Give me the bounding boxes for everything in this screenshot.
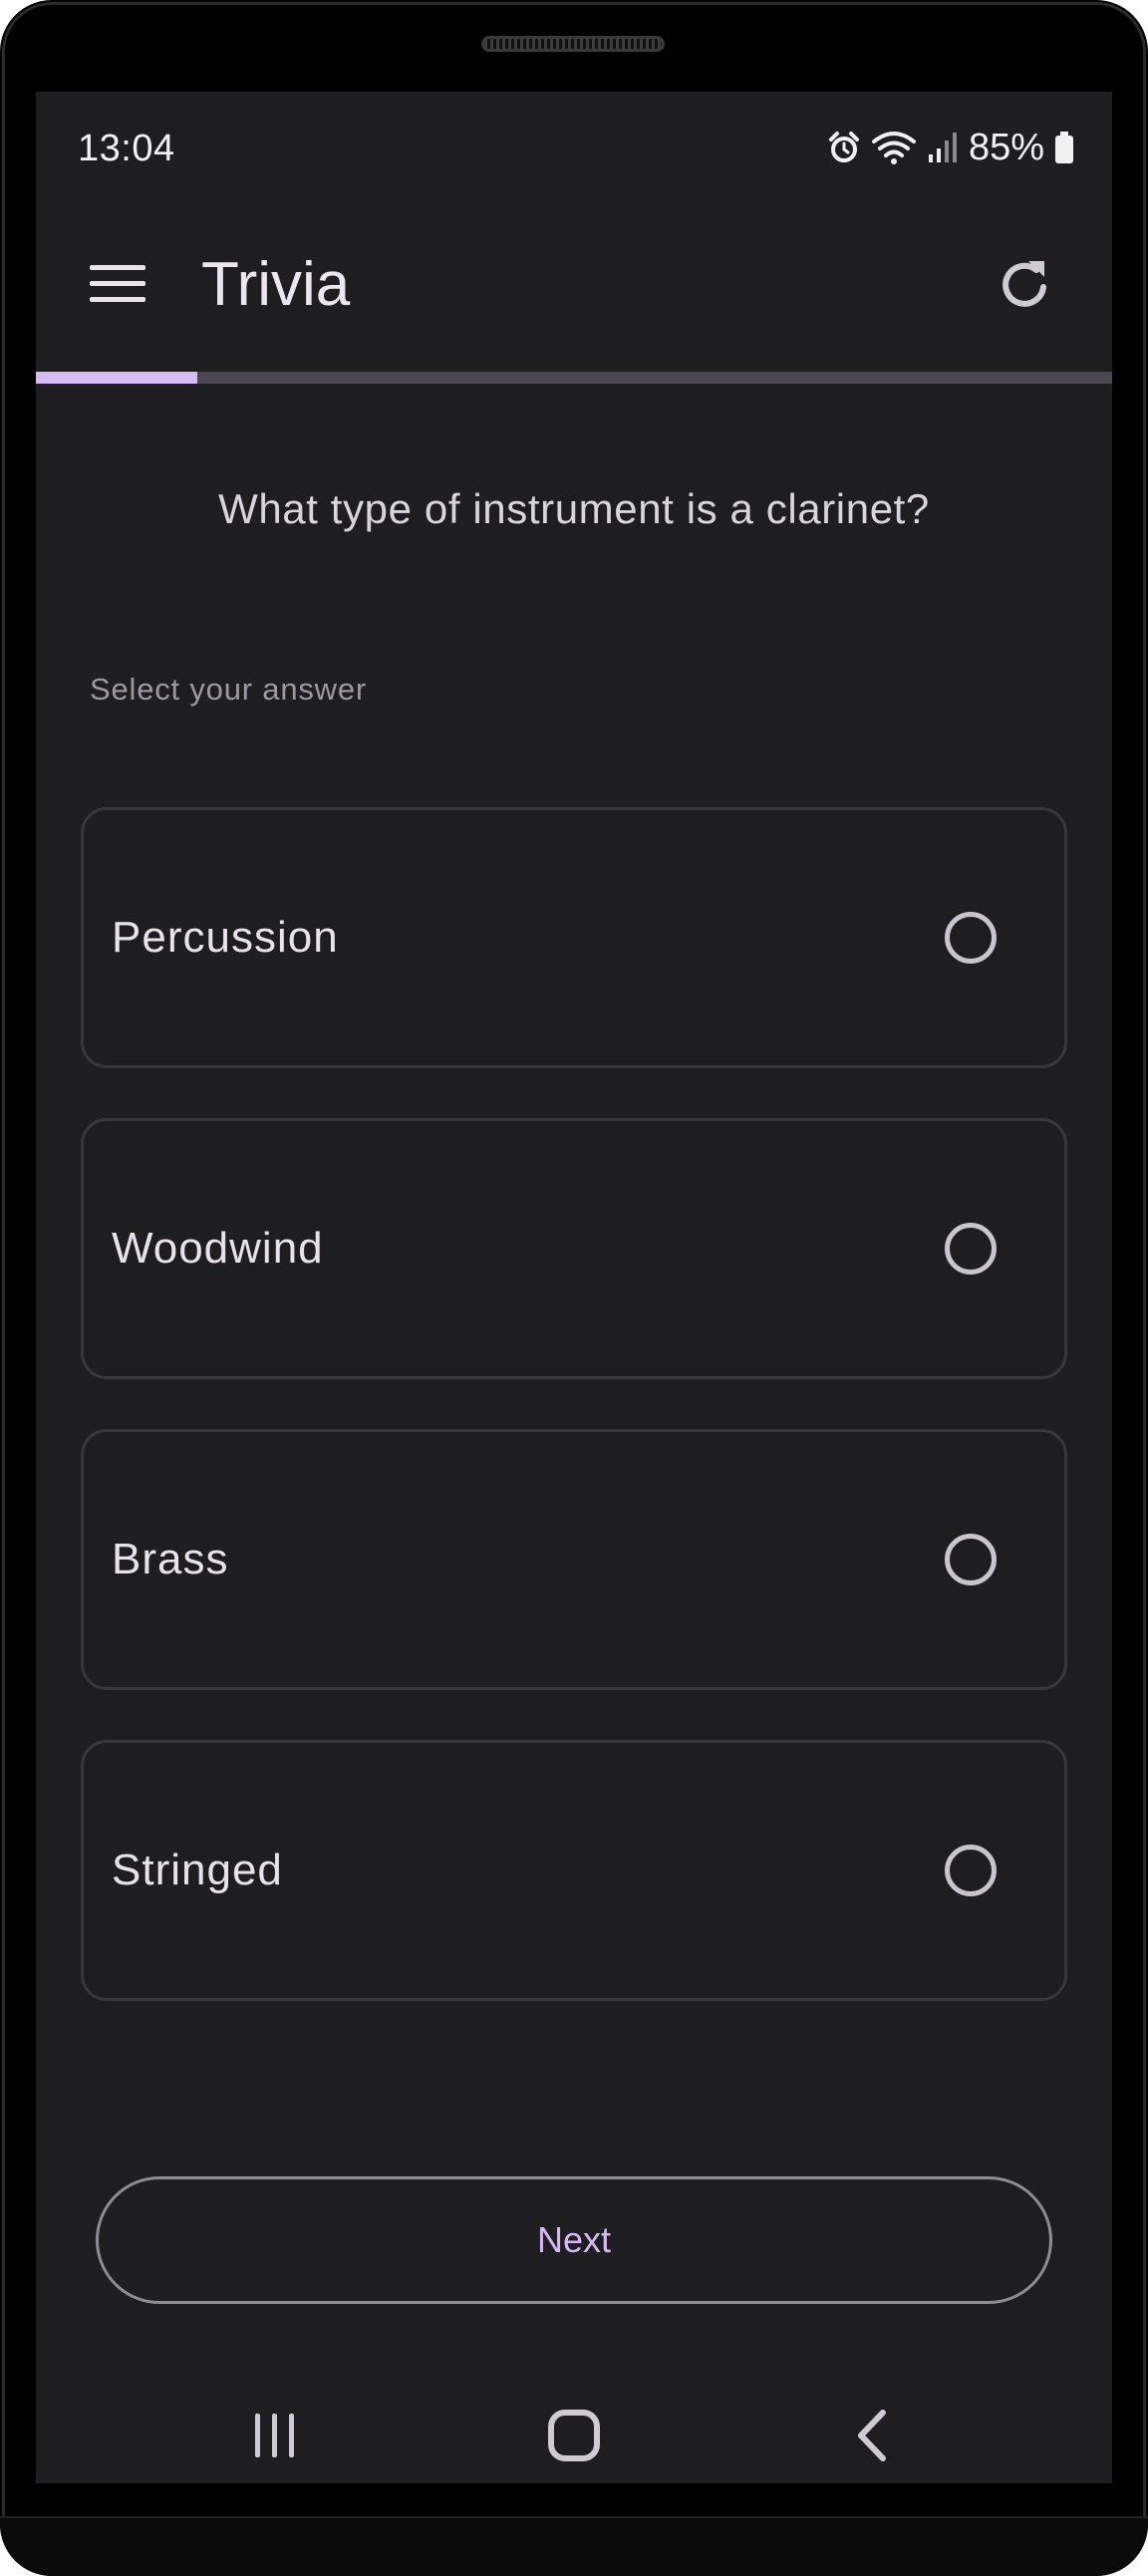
radio-button-icon[interactable] xyxy=(945,1534,997,1585)
question-text: What type of instrument is a clarinet? xyxy=(218,485,930,532)
battery-icon xyxy=(1055,132,1073,163)
answer-option-label: Brass xyxy=(112,1535,229,1583)
home-icon xyxy=(548,2410,600,2461)
answer-option-stringed[interactable]: Stringed xyxy=(81,1740,1067,2001)
refresh-icon xyxy=(1003,261,1046,307)
radio-button-icon[interactable] xyxy=(945,1845,997,1896)
quiz-progress-bar xyxy=(36,372,1112,384)
answer-option-label: Woodwind xyxy=(112,1224,324,1273)
status-time: 13:04 xyxy=(78,128,175,169)
answer-prompt: Select your answer xyxy=(90,672,368,707)
phone-bottom-edge xyxy=(0,2516,1148,2576)
refresh-button[interactable] xyxy=(987,245,1066,325)
alarm-icon xyxy=(828,132,859,162)
back-icon xyxy=(858,2410,886,2461)
menu-button[interactable] xyxy=(86,251,149,315)
next-button[interactable]: Next xyxy=(96,2176,1052,2304)
recent-apps-button[interactable] xyxy=(235,2406,315,2465)
status-icons: 85% xyxy=(827,126,1074,169)
radio-button-icon[interactable] xyxy=(945,1223,997,1275)
app-bar: Trivia xyxy=(36,211,1112,366)
answer-options: Percussion Woodwind Brass Stringed xyxy=(81,807,1067,2051)
home-button[interactable] xyxy=(534,2406,614,2465)
signal-icon xyxy=(928,133,957,162)
app-title: Trivia xyxy=(201,250,351,319)
battery-percentage: 85% xyxy=(968,126,1044,168)
answer-option-label: Stringed xyxy=(112,1846,283,1894)
answer-option-label: Percussion xyxy=(112,913,339,962)
recent-apps-icon xyxy=(255,2414,294,2457)
radio-button-icon[interactable] xyxy=(945,912,997,964)
answer-option-woodwind[interactable]: Woodwind xyxy=(81,1118,1067,1379)
quiz-progress-fill xyxy=(36,372,197,384)
menu-icon xyxy=(90,265,145,302)
earpiece-speaker xyxy=(481,36,665,52)
back-button[interactable] xyxy=(833,2406,913,2465)
answer-option-percussion[interactable]: Percussion xyxy=(81,807,1067,1068)
phone-frame: 13:04 85% Trivia What type of instrument… xyxy=(0,0,1148,2576)
system-navigation-bar xyxy=(36,2384,1112,2483)
status-bar: 13:04 85% xyxy=(36,92,1112,211)
app-screen: 13:04 85% Trivia What type of instrument… xyxy=(36,92,1112,2483)
answer-option-brass[interactable]: Brass xyxy=(81,1429,1067,1690)
wifi-icon xyxy=(871,132,916,164)
